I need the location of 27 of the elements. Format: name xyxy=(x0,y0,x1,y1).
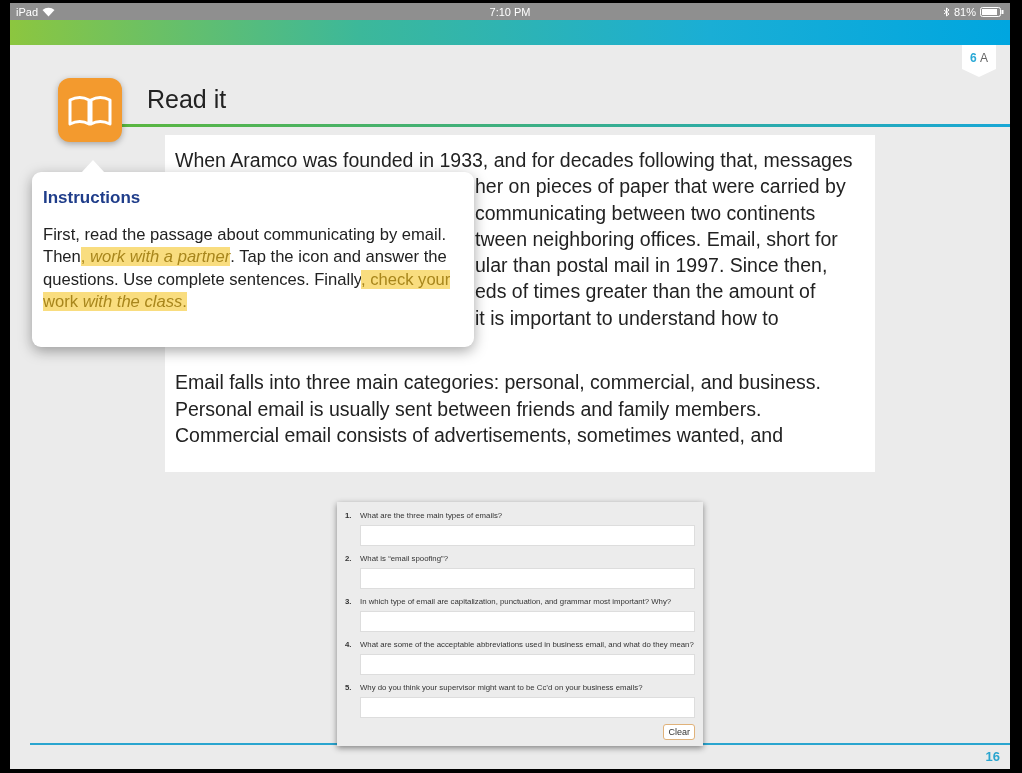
clear-button[interactable]: Clear xyxy=(663,724,695,740)
answer-field[interactable] xyxy=(360,611,695,632)
passage-text: eds of times greater than the amount of xyxy=(475,280,816,303)
device-name: iPad xyxy=(16,5,39,18)
passage-text: Personal email is usually sent between friends and family members. xyxy=(175,397,762,420)
page-number: 16 xyxy=(985,749,1000,764)
book-icon[interactable] xyxy=(58,78,122,142)
passage-text: communicating between two continents xyxy=(475,201,816,224)
answer-field[interactable] xyxy=(360,697,695,718)
clock-time: 7:10 PM xyxy=(489,5,531,18)
passage-text: ular than postal mail in 1997. Since then, xyxy=(475,254,828,277)
bluetooth-icon xyxy=(942,6,950,17)
answer-field[interactable] xyxy=(360,568,695,589)
answer-field[interactable] xyxy=(360,654,695,675)
instructions-heading: Instructions xyxy=(43,188,142,208)
answer-field[interactable] xyxy=(360,525,695,546)
battery-percent: 81% xyxy=(953,5,976,18)
passage-text: it is important to understand how to xyxy=(475,306,779,329)
page-tag: 6 A xyxy=(962,45,996,77)
section-title: Read it xyxy=(147,84,227,114)
wifi-icon xyxy=(42,6,56,17)
passage-text: her on pieces of paper that were carried by xyxy=(475,175,846,198)
passage-text: Email falls into three main categories: personal, commercial, and business. xyxy=(175,371,821,394)
passage-text: Commercial email consists of advertisements, sometimes wanted, and xyxy=(175,423,783,446)
passage-text: tween neighboring offices. Email, short for xyxy=(475,227,838,250)
passage-text: When Aramco was founded in 1933, and for decades following that, messages xyxy=(175,149,853,171)
battery-icon xyxy=(980,6,1004,17)
